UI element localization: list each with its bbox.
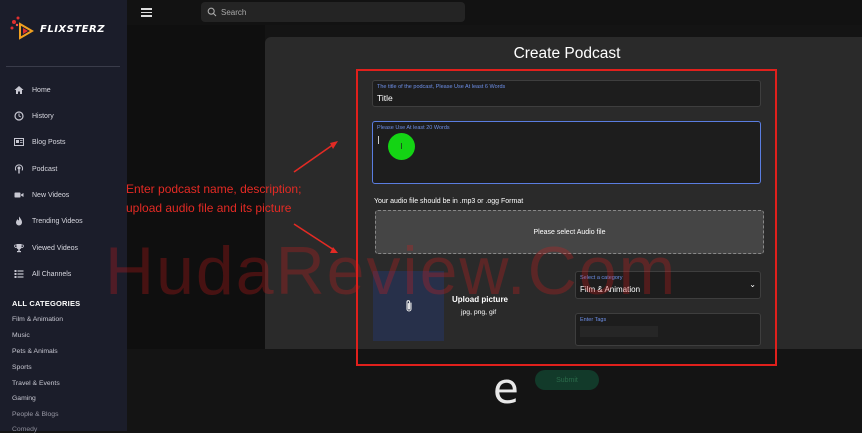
highlight-box <box>356 69 777 366</box>
category-link[interactable]: People & Blogs <box>12 411 58 418</box>
search-input[interactable]: Search <box>201 2 465 22</box>
annotation-text: Enter podcast name, description; upload … <box>126 180 301 218</box>
sidebar-item-podcast[interactable]: Podcast <box>12 161 57 177</box>
home-icon <box>12 84 26 96</box>
sidebar-item-viewed-videos[interactable]: Viewed Videos <box>12 240 78 256</box>
app-logo[interactable]: FLIXSTERZ <box>8 12 118 46</box>
sidebar-divider <box>6 66 120 67</box>
menu-icon[interactable] <box>141 8 152 17</box>
sidebar-item-label: All Channels <box>32 270 72 278</box>
podcast-icon <box>12 163 26 175</box>
annotation-line: upload audio file and its picture <box>126 201 292 215</box>
search-icon <box>207 7 217 17</box>
sidebar-item-trending-videos[interactable]: Trending Videos <box>12 213 83 229</box>
sidebar-item-blog-posts[interactable]: Blog Posts <box>12 134 65 150</box>
category-link[interactable]: Pets & Animals <box>12 348 58 355</box>
page-title: Create Podcast <box>513 45 621 62</box>
play-logo-icon <box>8 14 38 44</box>
category-link[interactable]: Gaming <box>12 395 36 402</box>
sidebar-item-label: Viewed Videos <box>32 244 79 252</box>
logo-text: FLIXSTERZ <box>40 23 105 35</box>
blog-icon <box>12 136 26 148</box>
sidebar: FLIXSTERZ Home History Blog Posts Podcas… <box>0 0 127 433</box>
clock-icon <box>12 110 26 122</box>
category-link[interactable]: Travel & Events <box>12 380 60 387</box>
sidebar-item-label: Trending Videos <box>32 217 83 225</box>
sidebar-item-label: New Videos <box>32 191 70 199</box>
sidebar-item-label: History <box>32 112 54 120</box>
sidebar-item-new-videos[interactable]: New Videos <box>12 187 69 203</box>
flame-icon <box>12 215 26 227</box>
category-link[interactable]: Comedy <box>12 426 37 433</box>
sidebar-item-home[interactable]: Home <box>12 82 51 98</box>
overlay-logo: e <box>493 364 519 413</box>
category-link[interactable]: Music <box>12 332 30 339</box>
categories-heading: ALL CATEGORIES <box>12 299 81 308</box>
sidebar-item-history[interactable]: History <box>12 108 54 124</box>
sidebar-item-label: Blog Posts <box>32 138 66 146</box>
search-placeholder: Search <box>221 7 247 17</box>
watermark: HudaReview.Com <box>105 233 678 309</box>
submit-button[interactable]: Submit <box>535 370 599 390</box>
submit-label: Submit <box>556 376 578 384</box>
sidebar-item-label: Podcast <box>32 165 58 173</box>
category-link[interactable]: Film & Animation <box>12 316 63 323</box>
video-camera-icon <box>12 189 26 201</box>
category-link[interactable]: Sports <box>12 364 32 371</box>
annotation-line: Enter podcast name, description; <box>126 182 302 196</box>
trophy-icon <box>12 242 26 254</box>
sidebar-item-all-channels[interactable]: All Channels <box>12 266 71 282</box>
sidebar-item-label: Home <box>32 86 51 94</box>
list-icon <box>12 268 26 280</box>
